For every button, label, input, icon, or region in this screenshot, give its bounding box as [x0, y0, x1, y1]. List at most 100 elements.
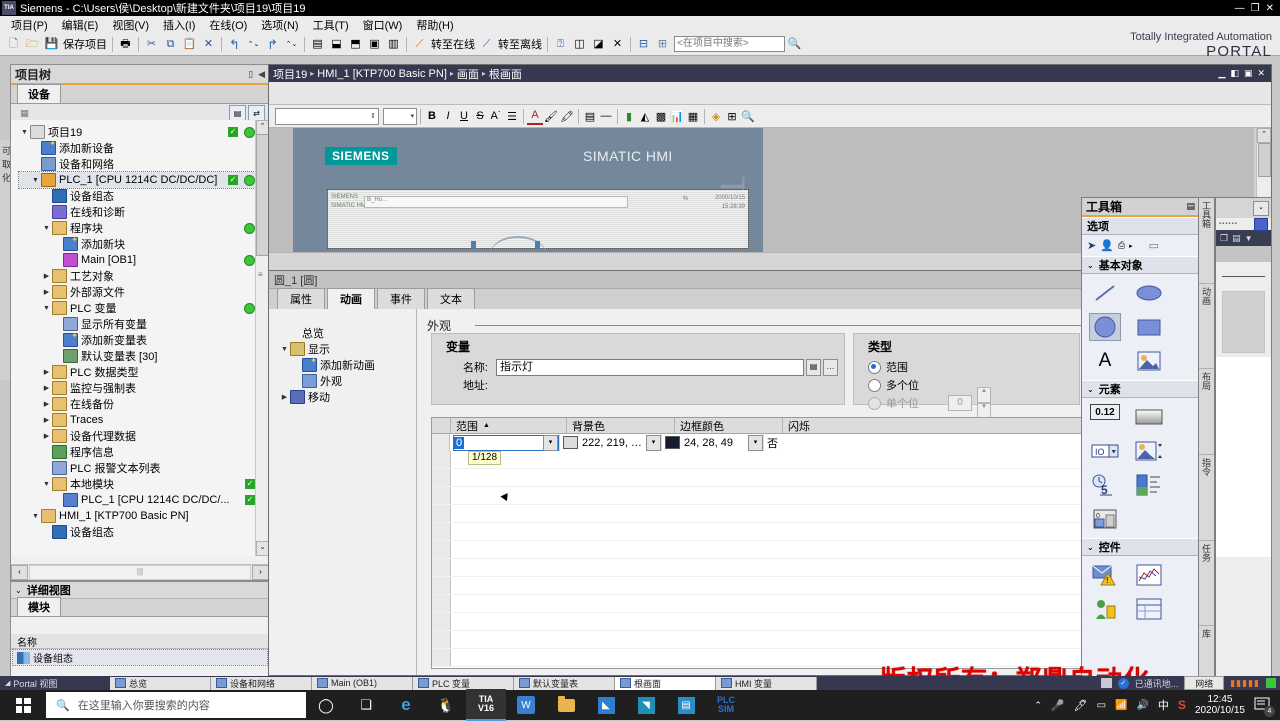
tree-item-22[interactable]: ▼ 本地模块 ✓	[19, 476, 255, 492]
cortana-icon[interactable]: ◯	[306, 690, 346, 720]
app-teal-icon[interactable]: ◥	[626, 690, 666, 720]
go-online-icon[interactable]: ⟋	[411, 36, 428, 53]
expand-collapse-icon[interactable]: ▼	[41, 225, 52, 232]
tree-item-13[interactable]: ✦ 添加新变量表	[19, 332, 255, 348]
toolbox-section-options[interactable]: 选项	[1082, 217, 1199, 235]
pen-icon[interactable]: 🖊	[1074, 699, 1088, 712]
menu-item-help[interactable]: 帮助(H)	[409, 16, 460, 34]
brush-button[interactable]: 🖍	[559, 108, 575, 124]
tree-item-24[interactable]: ▼ HMI_1 [KTP700 Basic PN]	[19, 508, 255, 524]
italic-button[interactable]: I	[440, 108, 456, 124]
pin-icon[interactable]: ▯	[248, 69, 253, 80]
expand-collapse-icon[interactable]: ▶	[41, 416, 52, 424]
font-size-button[interactable]: A˙	[488, 108, 504, 124]
panel-toggle-icon[interactable]	[1254, 217, 1268, 231]
bottom-tab-2[interactable]: 设备和网络	[211, 676, 312, 690]
canvas-scroll-up-button[interactable]: ⌃	[1257, 128, 1271, 143]
fill-style-button[interactable]: ▮	[621, 108, 637, 124]
frame-icon[interactable]: ▭	[1149, 239, 1159, 252]
start-button[interactable]	[0, 690, 46, 720]
trend-view-icon[interactable]	[1134, 562, 1164, 588]
chevron-down-icon[interactable]: ⌄	[1087, 543, 1094, 552]
toolbox-section-basic-objects[interactable]: ⌄ 基本对象	[1082, 256, 1199, 274]
wps-icon[interactable]: W	[506, 690, 546, 720]
grid-button[interactable]: ▦	[685, 108, 701, 124]
menu-item-project[interactable]: 项目(P)	[4, 16, 55, 34]
print-icon[interactable]: 🖶	[117, 36, 134, 53]
rectangle-icon[interactable]	[1134, 314, 1164, 340]
expand-collapse-icon[interactable]: ▶	[41, 288, 52, 296]
menu-item-window[interactable]: 窗口(W)	[356, 16, 410, 34]
menu-item-edit[interactable]: 编辑(E)	[55, 16, 106, 34]
tab-texts[interactable]: 文本	[427, 288, 475, 309]
tree-item-2[interactable]: 设备和网络	[19, 156, 255, 172]
variable-browse-button[interactable]: …	[823, 358, 838, 376]
stamp-icon[interactable]: 👤	[1100, 239, 1114, 252]
format-painter-icon[interactable]: ⎙	[1118, 240, 1125, 251]
tree-item-5[interactable]: 在线和诊断	[19, 204, 255, 220]
variable-name-input[interactable]: 指示灯	[496, 358, 804, 376]
tab-properties[interactable]: 属性	[277, 288, 325, 309]
font-family-select[interactable]: ⇕	[275, 107, 379, 125]
tia-portal-icon[interactable]: TIA V16	[466, 689, 506, 721]
chevron-down-icon[interactable]: ⌄	[1087, 385, 1094, 394]
bottom-tab-5[interactable]: 默认变量表	[514, 676, 615, 690]
menu-item-options[interactable]: 选项(N)	[254, 16, 305, 34]
paragraph-align-button[interactable]: ☰	[504, 108, 520, 124]
row-selector-cell[interactable]	[432, 434, 450, 451]
tab-modules[interactable]: 模块	[17, 597, 61, 616]
upload-icon[interactable]: ⬒	[347, 36, 364, 53]
right-panel-list[interactable]	[1216, 357, 1271, 557]
row-selector-cell[interactable]	[432, 577, 451, 594]
switch-icon[interactable]: 0	[1090, 506, 1120, 532]
tree-item-4[interactable]: 设备组态	[19, 188, 255, 204]
status-monitor-icon[interactable]	[1100, 678, 1112, 688]
line-icon[interactable]	[1090, 280, 1120, 306]
menu-item-view[interactable]: 视图(V)	[105, 16, 156, 34]
tree-item-0[interactable]: ▼ 项目19 ✓	[19, 124, 255, 140]
row-selector-cell[interactable]	[432, 523, 451, 540]
radio-multibit-icon[interactable]	[868, 378, 881, 392]
cut-icon[interactable]: ✂	[143, 36, 160, 53]
graphic-io-field-icon[interactable]	[1134, 438, 1164, 464]
tree-item-6[interactable]: ▼ 程序块	[19, 220, 255, 236]
chevron-down-icon[interactable]: ▾	[748, 434, 763, 451]
variable-picker-icon[interactable]: ▤	[806, 358, 821, 376]
bar-icon[interactable]	[1134, 472, 1164, 498]
inspector-nav-item-1[interactable]: ▼ 显示	[273, 341, 416, 357]
row-selector-cell[interactable]	[432, 631, 451, 648]
menu-item-insert[interactable]: 插入(I)	[156, 16, 202, 34]
fill-color-button[interactable]: 🖌	[543, 108, 559, 124]
pointer-icon[interactable]: ➤	[1087, 239, 1096, 252]
strikethrough-button[interactable]: S	[472, 108, 488, 124]
download-icon[interactable]: ⬓	[328, 36, 345, 53]
table-header-border-color[interactable]: 边框颜色	[675, 418, 783, 433]
tree-item-17[interactable]: ▶ 在线备份	[19, 396, 255, 412]
wifi-icon[interactable]: 📶	[1115, 700, 1127, 711]
inspector-nav-item-4[interactable]: ▶ 移动	[273, 389, 416, 405]
editor-restore-button[interactable]: ◧	[1230, 68, 1239, 79]
chevron-down-icon[interactable]: ⌄	[1253, 200, 1269, 216]
tree-vertical-scrollbar[interactable]: ⌃ ≡ ⌄	[255, 120, 269, 556]
circle-icon[interactable]	[1089, 313, 1121, 341]
gradient-button[interactable]: ◭	[637, 108, 653, 124]
inspector-nav-item-0[interactable]: 总览	[273, 325, 416, 341]
task-view-icon[interactable]: ❏	[346, 690, 386, 720]
go-offline-icon[interactable]: ⟋	[478, 36, 495, 53]
chevron-down-icon[interactable]: ▾	[646, 434, 661, 451]
chevron-up-icon[interactable]: ⌃	[1034, 700, 1042, 711]
maximize-button[interactable]: ❐	[1251, 3, 1260, 14]
copy-icon[interactable]: ❐	[1220, 233, 1228, 244]
expand-collapse-icon[interactable]: ▶	[41, 272, 52, 280]
undo-dropdown-icon[interactable]: ⌃⌄	[245, 36, 262, 53]
border-color-swatch[interactable]	[665, 436, 680, 449]
font-spinner-icon[interactable]: ⇕	[370, 112, 376, 120]
chart-button[interactable]: 📊	[669, 108, 685, 124]
vertical-tab-3[interactable]: 指令	[1199, 455, 1214, 541]
tree-horizontal-scrollbar[interactable]: ‹ ||| ›	[11, 564, 269, 580]
minimize-button[interactable]: —	[1235, 3, 1245, 14]
expand-collapse-icon[interactable]: ▶	[41, 432, 52, 440]
chevron-down-icon[interactable]: ⌄	[1087, 261, 1094, 270]
toolbox-section-elements[interactable]: ⌄ 元素	[1082, 380, 1199, 398]
radio-range-icon[interactable]	[868, 360, 881, 374]
